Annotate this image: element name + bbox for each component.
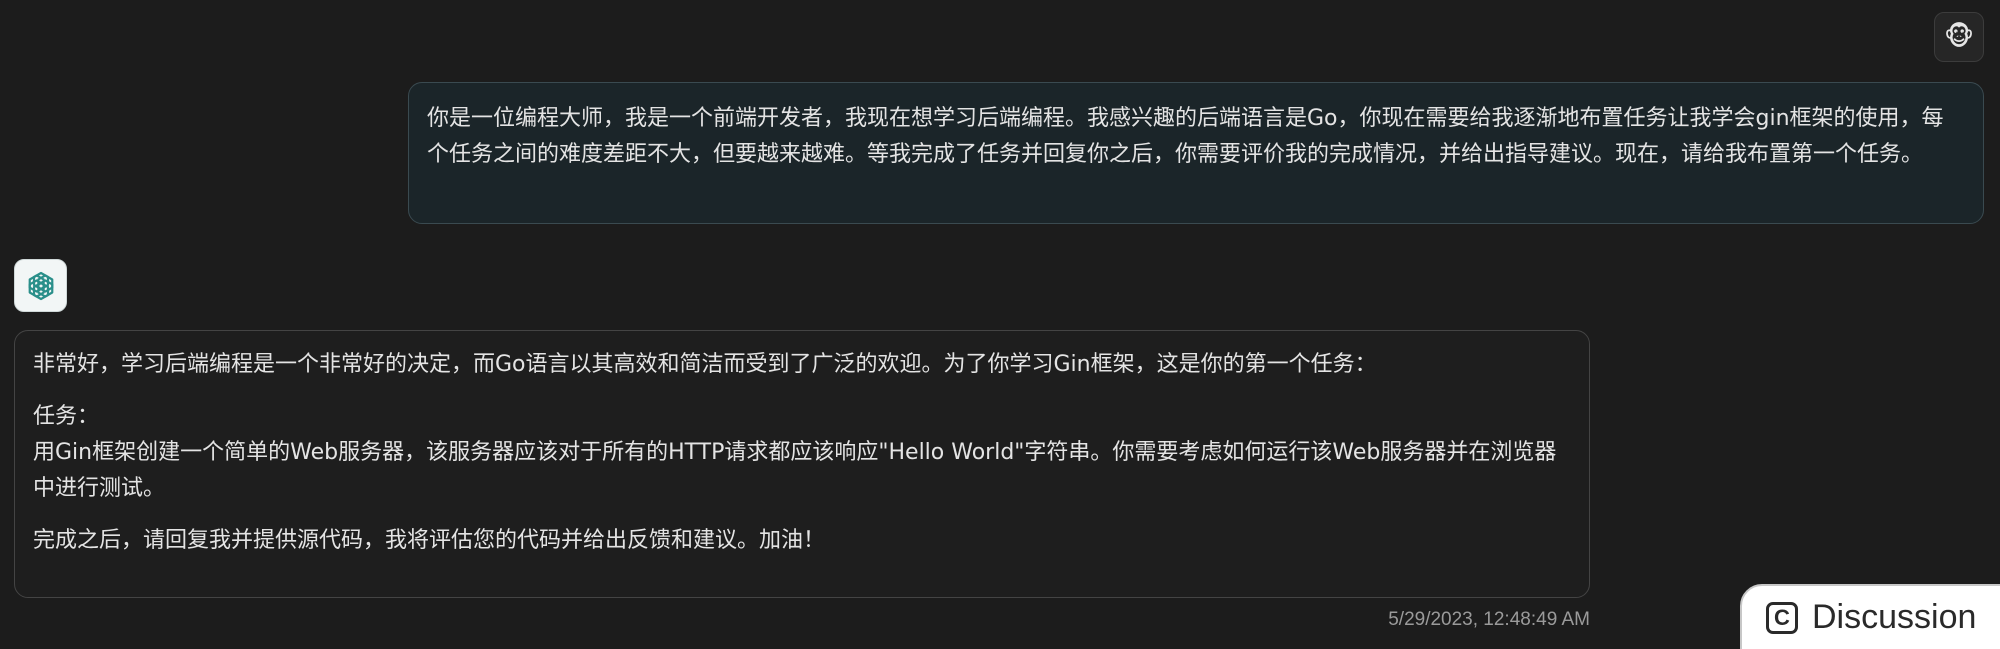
assistant-message-bubble: 非常好，学习后端编程是一个非常好的决定，而Go语言以其高效和简洁而受到了广泛的欢… <box>14 330 1590 598</box>
openai-logo-icon <box>28 271 53 300</box>
task-body-text: 用Gin框架创建一个简单的Web服务器，该服务器应该对于所有的HTTP请求都应该… <box>33 440 1557 501</box>
chat-page: 🐵 你是一位编程大师，我是一个前端开发者，我现在想学习后端编程。我感兴趣的后端语… <box>0 0 2000 649</box>
message-timestamp: 5/29/2023, 12:48:49 AM <box>1388 609 1590 630</box>
assistant-closing-text: 完成之后，请回复我并提供源代码，我将评估您的代码并给出反馈和建议。加油！ <box>33 528 826 553</box>
assistant-avatar <box>14 259 67 312</box>
discussion-button[interactable]: C Discussion <box>1740 584 2000 649</box>
task-label: 任务： <box>33 404 100 429</box>
monkey-face-icon: 🐵 <box>1943 22 1975 52</box>
assistant-intro-text: 非常好，学习后端编程是一个非常好的决定，而Go语言以其高效和简洁而受到了广泛的欢… <box>33 352 1377 377</box>
discussion-label: Discussion <box>1812 598 1977 636</box>
user-message-text: 你是一位编程大师，我是一个前端开发者，我现在想学习后端编程。我感兴趣的后端语言是… <box>427 106 1944 167</box>
user-message-bubble: 你是一位编程大师，我是一个前端开发者，我现在想学习后端编程。我感兴趣的后端语言是… <box>408 82 1984 224</box>
user-avatar: 🐵 <box>1934 12 1984 62</box>
c-box-icon: C <box>1766 602 1798 634</box>
